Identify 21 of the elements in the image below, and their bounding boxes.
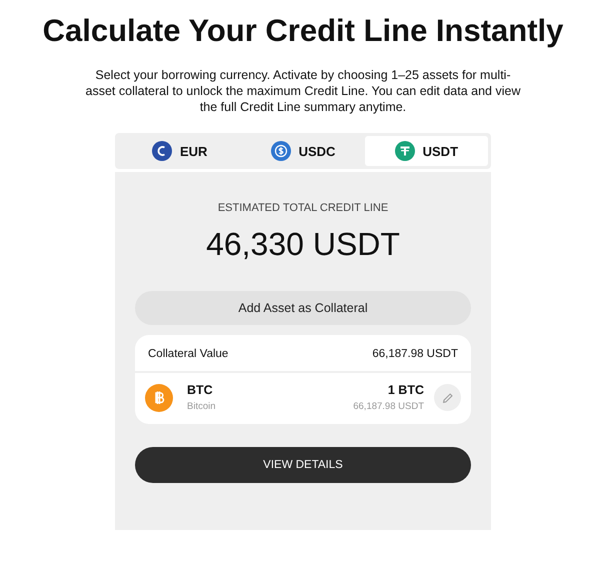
page-title: Calculate Your Credit Line Instantly (42, 13, 564, 49)
eur-coin-icon (152, 141, 172, 161)
asset-name: Bitcoin (187, 401, 217, 412)
add-collateral-button[interactable]: Add Asset as Collateral (135, 291, 471, 325)
description: Select your borrowing currency. Activate by choosing 1–25 assets for multi-asset collateral to unlock the maximum Credit Line. You can edit data and view the full Credit Line summary anytime. (84, 67, 522, 115)
currency-tab[interactable]: USDC (241, 136, 365, 166)
asset-value: 66,187.98 USDT (353, 401, 424, 412)
usdt-coin-icon (394, 141, 415, 161)
collateral-value: 66,187.98 USDT (372, 348, 458, 360)
btc-coin-icon (145, 384, 173, 412)
currency-tab[interactable]: EUR (118, 136, 242, 166)
edit-button[interactable] (434, 384, 461, 411)
asset-symbol: BTC (187, 383, 214, 397)
estimate-label: ESTIMATED TOTAL CREDIT LINE (216, 202, 390, 214)
estimate-value: 46,330 USDT (205, 226, 401, 263)
asset-amount: 1 BTC (388, 383, 424, 397)
usdc-coin-icon (270, 141, 291, 161)
currency-tab[interactable]: USDT (364, 136, 488, 166)
collateral-label: Collateral Value (148, 348, 228, 360)
view-details-button[interactable]: VIEW DETAILS (135, 447, 471, 483)
pencil-icon (440, 390, 454, 404)
